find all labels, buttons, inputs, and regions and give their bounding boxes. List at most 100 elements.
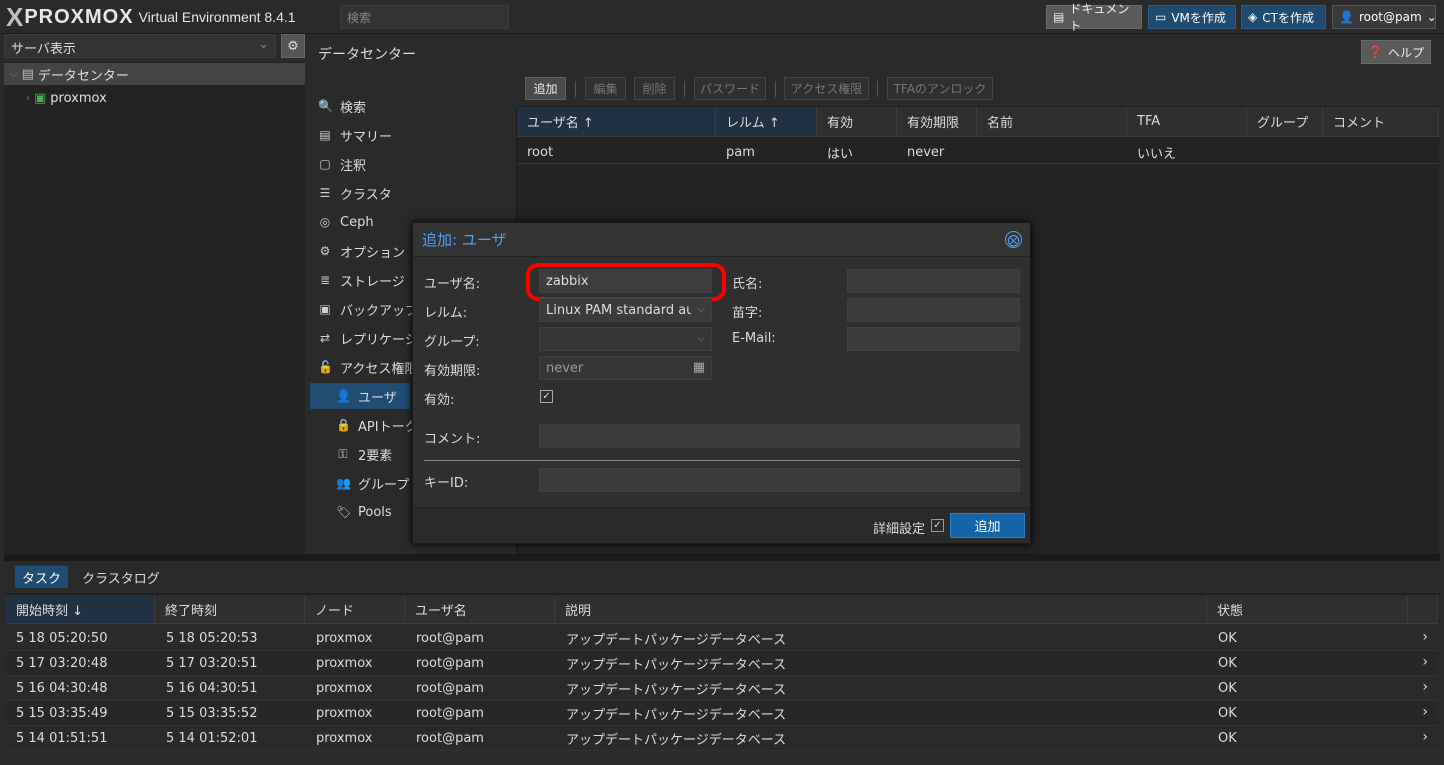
cell-start-time: 5 14 01:51:51 <box>16 730 108 746</box>
chevron-right-icon[interactable]: › <box>1422 729 1428 745</box>
add-user-dialog: 追加: ユーザ ⨂ ユーザ名: zabbix レルム: Linux PAM st… <box>412 222 1031 544</box>
column-header-enabled[interactable]: 有効 <box>817 107 897 137</box>
logo-x: X <box>6 2 24 32</box>
table-row[interactable]: 5 14 01:51:51 5 14 01:52:01 proxmox root@pa… <box>6 726 1438 751</box>
chevron-down-icon: ⌵ <box>697 304 705 315</box>
cell-description: アップデートパッケージデータベース <box>566 682 787 698</box>
chevron-right-icon[interactable]: › <box>1422 704 1428 720</box>
expire-date-input[interactable]: never ▦ <box>539 356 712 380</box>
table-row[interactable]: 5 18 05:20:50 5 18 05:20:53 proxmox root@pa… <box>6 626 1438 651</box>
username-label: ユーザ名: <box>424 277 481 292</box>
column-header-username[interactable]: ユーザ名 ↑ <box>517 107 716 137</box>
cell-description: アップデートパッケージデータベース <box>566 632 787 648</box>
highlight-ring <box>526 263 726 301</box>
column-header-expire[interactable]: 有効期限 <box>897 107 977 137</box>
dialog-add-button[interactable]: 追加 <box>950 513 1025 538</box>
view-settings-button[interactable]: ⚙ <box>281 34 305 58</box>
edit-button[interactable]: 編集 <box>585 77 626 100</box>
menu-item-cluster[interactable]: ☰ クラスタ <box>310 180 516 206</box>
lastname-label: 苗字: <box>732 306 763 321</box>
chevron-right-icon[interactable]: › <box>1422 629 1428 645</box>
menu-item-summary[interactable]: ▤ サマリー <box>310 122 516 148</box>
chevron-right-icon[interactable]: › <box>1422 679 1428 695</box>
column-header-name[interactable]: 名前 <box>977 107 1127 137</box>
table-row[interactable]: 5 15 03:35:49 5 15 03:35:52 proxmox root@pa… <box>6 701 1438 726</box>
create-vm-label: VMを作成 <box>1171 10 1226 25</box>
tab-cluster-log[interactable]: クラスタログ <box>75 566 167 588</box>
comment-input[interactable] <box>539 424 1020 448</box>
column-header-actions <box>1408 596 1438 624</box>
column-header-comment[interactable]: コメント <box>1323 107 1439 137</box>
view-select[interactable]: サーバ表示 ⌄ <box>4 34 276 58</box>
column-header-description[interactable]: 説明 <box>555 596 1207 624</box>
menu-item-search[interactable]: 🔍 検索 <box>310 93 516 119</box>
column-header-realm[interactable]: レルム ↑ <box>716 107 817 137</box>
menu-item-users[interactable]: 👤 ユーザ <box>310 383 410 409</box>
table-row[interactable]: 5 17 03:20:48 5 17 03:20:51 proxmox root@pa… <box>6 651 1438 676</box>
cell-status: OK <box>1218 655 1237 671</box>
delete-button[interactable]: 削除 <box>634 77 675 100</box>
realm-value: Linux PAM standard authentication <box>546 302 691 318</box>
column-header-end-time[interactable]: 終了時刻 <box>155 596 305 624</box>
column-header-start-time[interactable]: 開始時刻 ↓ <box>6 596 155 624</box>
book-icon: ▤ <box>1053 10 1065 24</box>
search-input[interactable]: 検索 <box>340 5 509 29</box>
permissions-button[interactable]: アクセス権限 <box>784 77 869 100</box>
keyid-input[interactable] <box>539 468 1020 492</box>
help-button[interactable]: ❓ ヘルプ <box>1361 40 1431 64</box>
add-button[interactable]: 追加 <box>525 77 566 100</box>
advanced-checkbox[interactable]: ✓ <box>931 519 944 532</box>
menu-label: Ceph <box>340 214 374 230</box>
create-ct-button[interactable]: ◈ CTを作成 <box>1241 5 1326 29</box>
menu-label: ユーザ <box>358 390 397 406</box>
password-button[interactable]: パスワード <box>694 77 766 100</box>
menu-item-notes[interactable]: ▢ 注釈 <box>310 151 516 177</box>
create-vm-button[interactable]: ▭ VMを作成 <box>1148 5 1236 29</box>
panel-splitter[interactable] <box>4 554 1440 561</box>
advanced-label: 詳細設定 <box>873 522 926 537</box>
enabled-checkbox[interactable]: ✓ <box>540 390 553 403</box>
cell-group <box>1247 140 1323 164</box>
node-online-icon: ▣ <box>34 90 47 106</box>
server-stack-icon: ▤ <box>21 66 34 82</box>
firstname-label: 氏名: <box>732 277 763 292</box>
menu-label: 注釈 <box>340 158 367 174</box>
cell-status: OK <box>1218 730 1237 746</box>
chevron-down-icon: ⌄ <box>258 37 269 52</box>
tab-tasks[interactable]: タスク <box>15 566 69 588</box>
cell-status: OK <box>1218 705 1237 721</box>
collapse-icon: ⌵ <box>10 68 18 80</box>
comment-label: コメント: <box>424 432 481 447</box>
tree-item-node[interactable]: › ▣ proxmox <box>4 87 305 109</box>
realm-select[interactable]: Linux PAM standard authentication ⌵ <box>539 298 712 322</box>
tree-item-datacenter[interactable]: ⌵ ▤ データセンター <box>4 63 305 85</box>
documentation-button[interactable]: ▤ ドキュメント <box>1046 2 1142 33</box>
column-header-tfa[interactable]: TFA <box>1127 107 1247 137</box>
lastname-input[interactable] <box>847 298 1020 322</box>
cell-tfa: いいえ <box>1137 146 1177 162</box>
cube-icon: ◈ <box>1248 10 1258 24</box>
email-input[interactable] <box>847 327 1020 351</box>
column-header-status[interactable]: 状態 <box>1207 596 1408 624</box>
cell-status: OK <box>1218 630 1237 646</box>
close-icon[interactable]: ⨂ <box>1005 231 1022 248</box>
keyid-label: キーID: <box>424 476 469 491</box>
column-header-node[interactable]: ノード <box>305 596 405 624</box>
retweet-icon: ⇄ <box>319 331 331 345</box>
column-header-user[interactable]: ユーザ名 <box>405 596 555 624</box>
firstname-input[interactable] <box>847 269 1020 293</box>
proxmox-logo[interactable]: X PROXMOX Virtual Environment 8.4.1 <box>6 4 296 30</box>
cell-end-time: 5 17 03:20:51 <box>166 655 258 671</box>
user-menu-button[interactable]: 👤 root@pam ⌄ <box>1332 5 1437 29</box>
chevron-right-icon[interactable]: › <box>1422 654 1428 670</box>
group-select[interactable]: ⌵ <box>539 327 712 351</box>
tfa-unlock-button[interactable]: TFAのアンロック <box>887 77 993 100</box>
table-row[interactable]: 5 16 04:30:48 5 16 04:30:51 proxmox root@pa… <box>6 676 1438 701</box>
column-header-group[interactable]: グループ <box>1247 107 1323 137</box>
desktop-icon: ▭ <box>1155 10 1167 24</box>
cell-description: アップデートパッケージデータベース <box>566 707 787 723</box>
users-icon: 👥 <box>336 476 351 490</box>
floppy-icon: ▣ <box>319 302 331 316</box>
create-ct-label: CTを作成 <box>1262 10 1314 25</box>
calendar-icon[interactable]: ▦ <box>693 360 705 375</box>
